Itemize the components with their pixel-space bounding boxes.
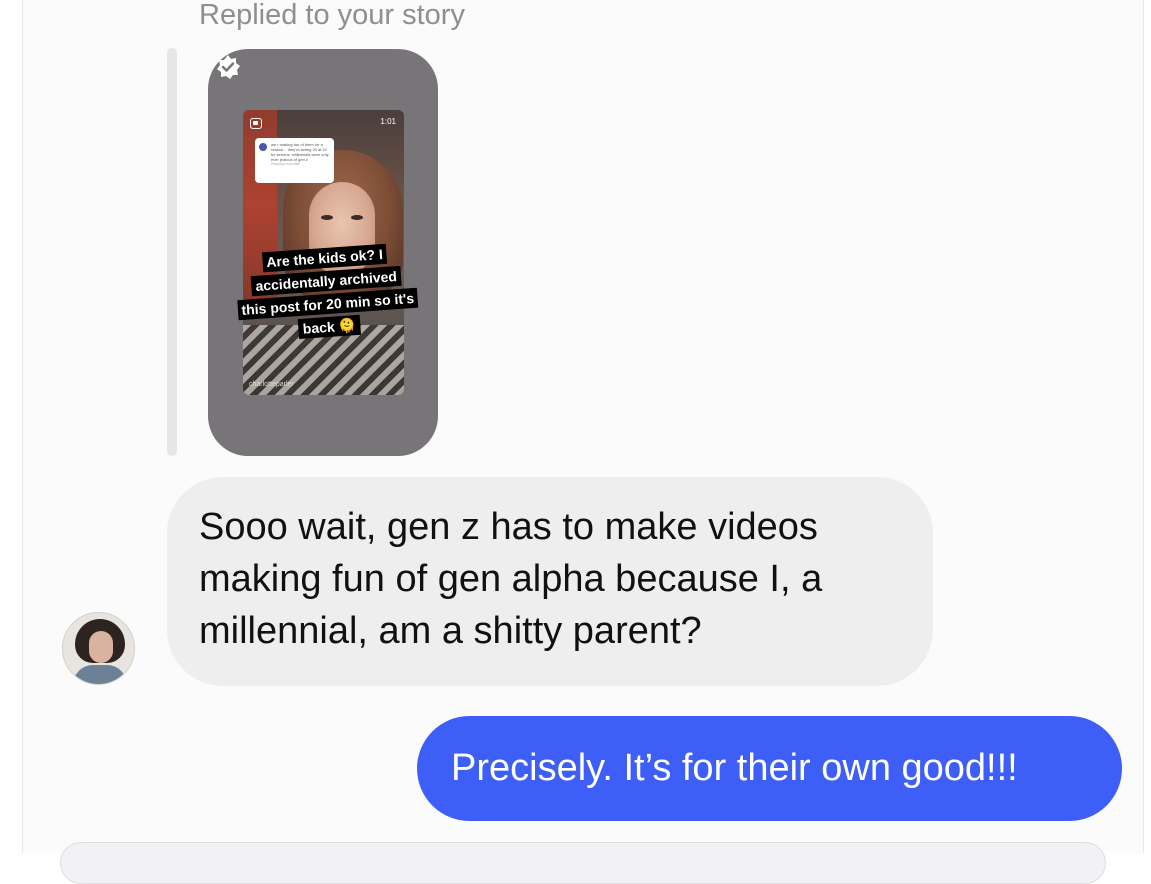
comment-text: we r making fun of them for a reason... … <box>271 142 329 162</box>
story-caption: Are the kids ok? I accidentally archived… <box>219 240 435 346</box>
incoming-message-bubble[interactable]: Sooo wait, gen z has to make videos maki… <box>167 477 933 686</box>
outgoing-message-bubble[interactable]: Precisely. It’s for their own good!!! <box>417 716 1122 821</box>
reply-context-label: Replied to your story <box>199 0 465 31</box>
story-handle: charlotteparler <box>249 381 294 388</box>
sparkle-check-icon <box>217 55 240 79</box>
comment-reply-label: Replying to lucitski <box>271 162 300 166</box>
reel-icon <box>250 118 262 129</box>
caption-line: back 🫠 <box>298 314 361 340</box>
story-comment-sticker: we r making fun of them for a reason... … <box>255 138 334 183</box>
comment-avatar <box>259 143 267 151</box>
sender-avatar[interactable] <box>62 612 135 685</box>
story-timestamp: 1:01 <box>380 117 396 126</box>
message-composer[interactable] <box>60 842 1106 884</box>
reply-indicator-bar <box>167 48 177 456</box>
